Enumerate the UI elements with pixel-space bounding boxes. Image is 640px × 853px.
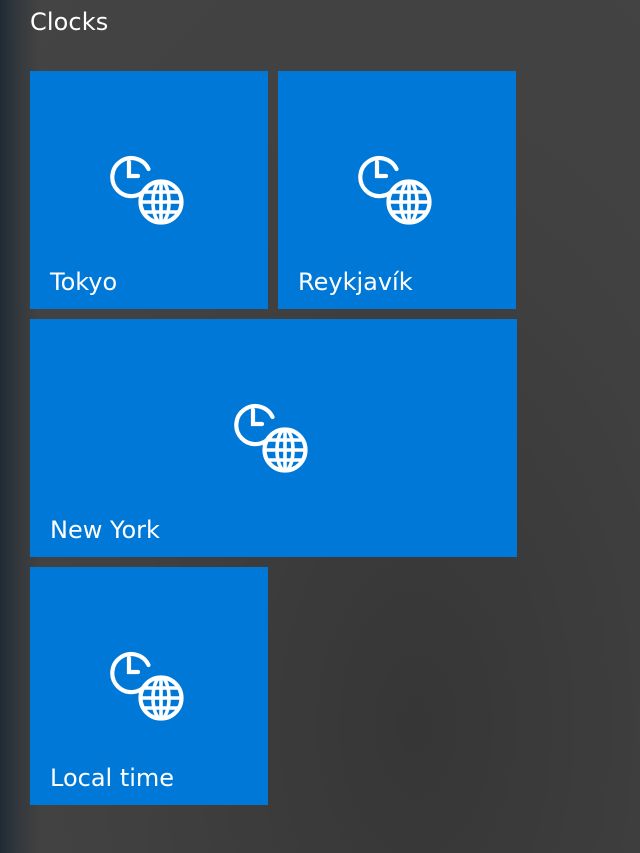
- tile-label-local-time: Local time: [50, 764, 175, 792]
- tile-label-reykjavik: Reykjavík: [298, 268, 413, 296]
- world-clock-icon: [110, 155, 184, 225]
- world-clock-icon: [358, 155, 432, 225]
- tile-local-time[interactable]: Local time: [30, 567, 268, 805]
- world-clock-icon: [234, 403, 308, 473]
- tile-group-title: Clocks: [30, 8, 109, 36]
- tile-tokyo[interactable]: Tokyo: [30, 71, 268, 309]
- tile-label-new-york: New York: [50, 516, 160, 544]
- tile-new-york[interactable]: New York: [30, 319, 517, 557]
- tile-reykjavik[interactable]: Reykjavík: [278, 71, 516, 309]
- world-clock-icon: [110, 651, 184, 721]
- tile-label-tokyo: Tokyo: [50, 268, 118, 296]
